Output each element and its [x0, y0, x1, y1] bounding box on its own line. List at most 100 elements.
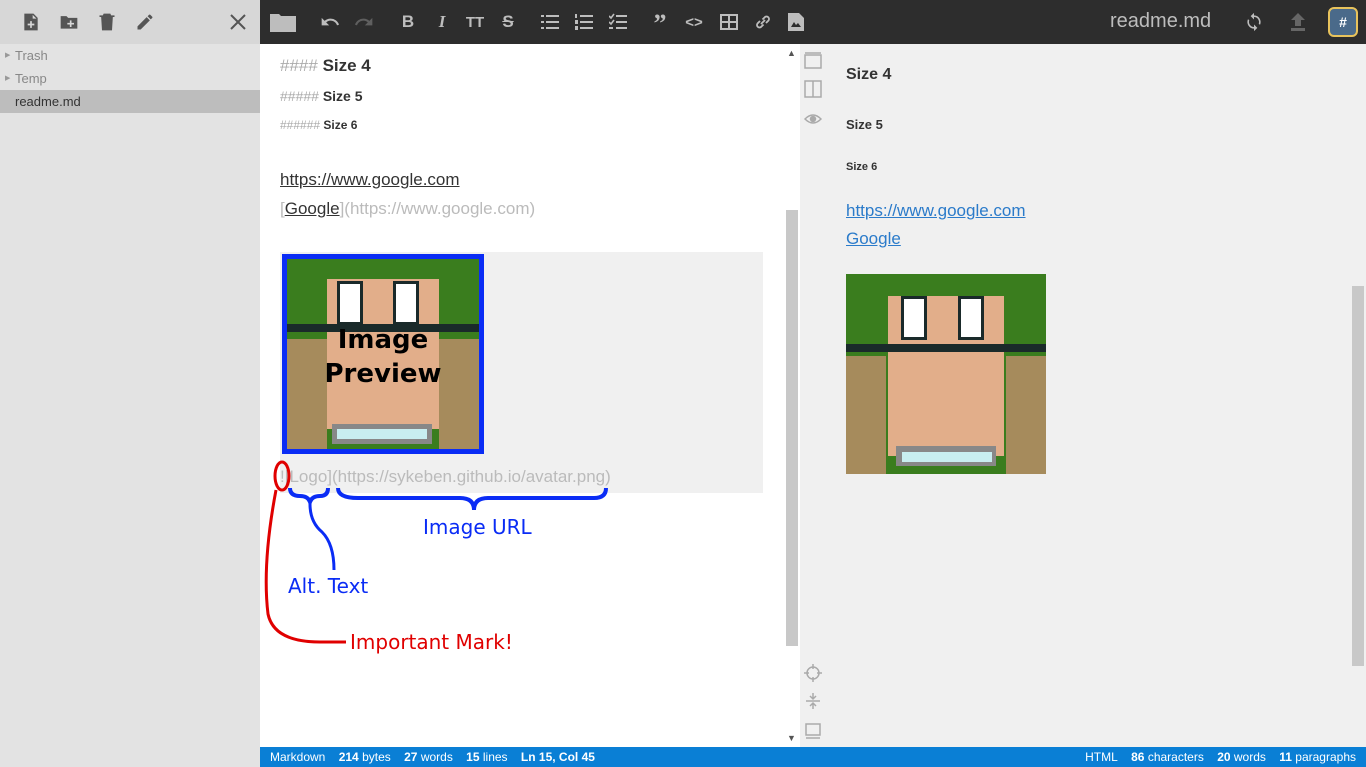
redo-button[interactable] [354, 10, 374, 34]
split-view-button[interactable] [804, 80, 822, 98]
preview-google-link[interactable]: Google [846, 229, 901, 248]
caret-right-icon: ▶ [5, 75, 11, 82]
pixel-eye [901, 296, 927, 340]
pixel-arm [1006, 356, 1046, 474]
preview-url-link[interactable]: https://www.google.com [846, 201, 1026, 220]
editor-scrollbar[interactable]: ▲ ▼ [784, 44, 800, 747]
fullscreen-button[interactable] [804, 722, 822, 740]
upload-icon [1291, 13, 1305, 31]
strikethrough-button[interactable]: S [498, 10, 518, 34]
sync-icon [1247, 12, 1261, 32]
italic-button[interactable]: I [432, 10, 452, 34]
heading-button[interactable]: TT [464, 10, 486, 34]
fit-icon [806, 693, 820, 709]
bullet-list-button[interactable] [540, 10, 560, 34]
bytes-count: 214 [338, 750, 359, 764]
editor-only-button[interactable] [804, 52, 822, 70]
sidebar-toolbar [0, 0, 260, 44]
redo-icon [355, 17, 373, 26]
undo-icon [321, 17, 339, 26]
close-sidebar-button[interactable] [228, 12, 248, 32]
code-button[interactable]: <> [682, 10, 706, 34]
markdown-editor[interactable]: #### Size 4 ##### Size 5 ###### Size 6 h… [260, 44, 784, 747]
bold-button[interactable]: B [398, 10, 418, 34]
tree-item-label: Temp [15, 71, 47, 86]
words-label: words [420, 750, 453, 764]
alt-text-arrow [308, 503, 336, 571]
pixel-headband [846, 344, 1046, 352]
sync-button[interactable] [1244, 10, 1264, 34]
user-avatar[interactable]: # [1328, 7, 1358, 37]
numbered-list-button[interactable] [574, 10, 594, 34]
editor-toolbar: B I TT S ” <> readme.md # [260, 0, 1366, 44]
trash-icon [99, 13, 115, 31]
status-mode: Markdown [270, 750, 326, 764]
caret-right-icon: ▶ [5, 52, 11, 59]
checklist-button[interactable] [608, 10, 628, 34]
new-file-button[interactable] [12, 0, 50, 44]
html-words-count: 20 [1217, 750, 1231, 764]
preview-h6: Size 6 [846, 161, 878, 173]
fit-button[interactable] [804, 692, 822, 710]
toggle-explorer-button[interactable] [270, 10, 296, 34]
words-count: 27 [404, 750, 418, 764]
view-mode-bar [800, 44, 826, 747]
tree-item-readme[interactable]: readme.md [0, 90, 260, 113]
status-left: Markdown 214 bytes 27 words 15 lines Ln … [270, 747, 605, 767]
status-bytes: 214 bytes [339, 750, 391, 764]
publish-button[interactable] [1288, 10, 1308, 34]
scroll-up-icon[interactable]: ▲ [787, 48, 796, 58]
annotation-image-url: Image URL [423, 515, 532, 539]
annotation-important: Important Mark! [350, 630, 513, 654]
new-folder-icon [60, 16, 78, 29]
image-url-brace [336, 487, 608, 511]
scroll-down-icon[interactable]: ▼ [787, 733, 796, 743]
lines-count: 15 [466, 750, 480, 764]
eye-icon [803, 114, 823, 124]
tree-item-temp[interactable]: ▶ Temp [0, 67, 260, 90]
pencil-icon [137, 14, 153, 30]
preview-scroll-thumb[interactable] [1352, 286, 1364, 666]
paragraphs-count: 11 [1279, 750, 1292, 764]
new-folder-button[interactable] [50, 0, 88, 44]
code-icon: <> [685, 13, 703, 31]
status-cursor: Ln 15, Col 45 [521, 750, 595, 764]
close-icon [230, 14, 246, 30]
table-button[interactable] [720, 10, 738, 34]
status-paragraphs: 11 paragraphs [1279, 750, 1356, 764]
sync-scroll-button[interactable] [804, 664, 822, 682]
status-bar: Markdown 214 bytes 27 words 15 lines Ln … [260, 747, 1366, 767]
quote-button[interactable]: ” [650, 9, 670, 38]
folder-icon [270, 14, 296, 32]
monitor-icon [805, 723, 821, 739]
undo-button[interactable] [320, 10, 340, 34]
preview-scrollbar[interactable] [1350, 44, 1366, 747]
tree-item-trash[interactable]: ▶ Trash [0, 44, 260, 67]
tree-item-label: readme.md [15, 94, 81, 109]
characters-count: 86 [1131, 750, 1145, 764]
editor-scroll-thumb[interactable] [786, 210, 798, 646]
annotation-marks [264, 460, 608, 644]
alt-text-brace [288, 487, 330, 509]
italic-icon: I [438, 12, 446, 31]
rename-button[interactable] [126, 0, 164, 44]
link-button[interactable] [754, 10, 772, 34]
image-button[interactable] [788, 10, 804, 34]
annotation-alt-text: Alt. Text [288, 574, 369, 598]
status-html-words: 20 words [1217, 750, 1266, 764]
characters-label: characters [1147, 750, 1204, 764]
delete-button[interactable] [88, 0, 126, 44]
lines-label: lines [482, 750, 508, 764]
sidebar: ▶ Trash ▶ Temp readme.md [0, 0, 260, 767]
preview-link-line: Google [846, 229, 901, 249]
status-words: 27 words [404, 750, 453, 764]
status-lines: 15 lines [466, 750, 507, 764]
file-tree: ▶ Trash ▶ Temp readme.md [0, 44, 260, 113]
important-mark-circle [273, 460, 291, 492]
preview-only-button[interactable] [803, 110, 823, 128]
image-file-icon [788, 13, 804, 31]
bullet-list-icon [541, 15, 559, 29]
cursor-position: Ln 15, Col 45 [520, 750, 595, 764]
paragraphs-label: paragraphs [1295, 750, 1356, 764]
bold-icon: B [401, 12, 415, 31]
